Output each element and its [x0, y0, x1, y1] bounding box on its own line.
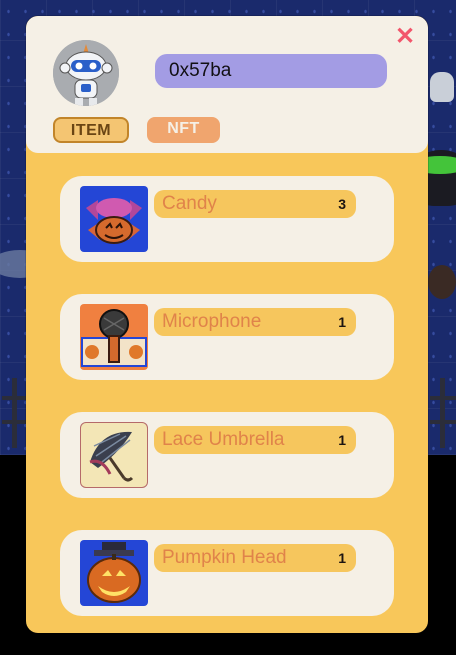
inventory-item[interactable]: Lace Umbrella 1: [60, 412, 394, 498]
item-quantity: 1: [338, 432, 346, 448]
pumpkin-head-icon: [80, 540, 148, 606]
microphone-icon: [80, 304, 148, 370]
item-quantity: 3: [338, 196, 346, 212]
inventory-item[interactable]: Candy 3: [60, 176, 394, 262]
skull-decoration: [430, 72, 454, 102]
item-name-pill: Candy 3: [154, 190, 356, 218]
close-icon[interactable]: ✕: [394, 25, 416, 49]
item-quantity: 1: [338, 314, 346, 330]
inventory-item[interactable]: Microphone 1: [60, 294, 394, 380]
item-name: Lace Umbrella: [162, 429, 285, 450]
item-name: Candy: [162, 193, 217, 214]
item-name: Pumpkin Head: [162, 547, 287, 568]
tab-nft[interactable]: NFT: [147, 117, 220, 143]
fence-right: [430, 378, 456, 448]
candy-icon: [80, 186, 148, 252]
spider-decoration: [428, 265, 456, 299]
inventory-panel: 0x57ba ✕ ITEM NFT Candy 3 Microphone 1 L…: [26, 16, 428, 633]
profile-header: 0x57ba ✕ ITEM NFT: [26, 16, 428, 153]
item-name-pill: Microphone 1: [154, 308, 356, 336]
tab-item[interactable]: ITEM: [53, 117, 129, 143]
avatar: [53, 40, 119, 106]
inventory-item[interactable]: Pumpkin Head 1: [60, 530, 394, 616]
fence-left: [2, 378, 28, 448]
item-quantity: 1: [338, 550, 346, 566]
item-name-pill: Lace Umbrella 1: [154, 426, 356, 454]
wallet-address: 0x57ba: [155, 54, 387, 88]
robot-avatar-icon: [53, 40, 119, 106]
item-name: Microphone: [162, 311, 262, 332]
item-name-pill: Pumpkin Head 1: [154, 544, 356, 572]
lace-umbrella-icon: [80, 422, 148, 488]
